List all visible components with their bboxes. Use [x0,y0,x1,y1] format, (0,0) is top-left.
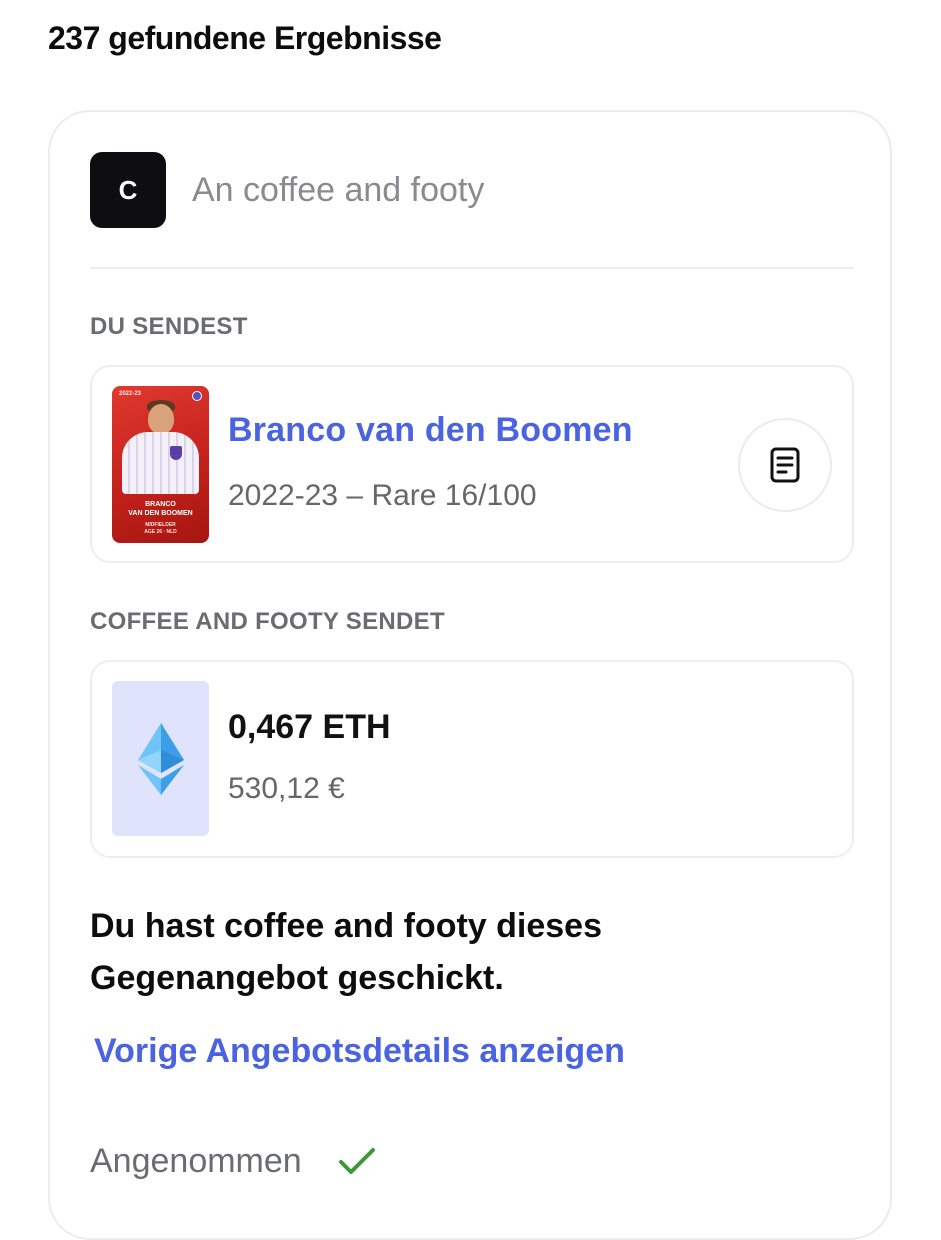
player-card-thumbnail[interactable]: 2022-23 BRANCO VAN DEN BOOMEN MIDFIELDER… [112,386,209,543]
you-send-label: DU SENDEST [90,313,248,340]
eth-item: 0,467 ETH 530,12 € [90,660,854,858]
player-shirt [122,432,199,494]
thumb-age-label: AGE 26 · NLD [144,529,177,535]
eth-thumbnail [112,681,209,836]
offer-card: C An coffee and footy DU SENDEST 2022-23… [48,110,892,1240]
document-icon [770,447,800,483]
club-badge-icon [192,391,202,401]
status-label: Angenommen [90,1142,302,1180]
thumb-name-line2: VAN DEN BOOMEN [128,510,193,517]
player-name-link[interactable]: Branco van den Boomen [228,411,633,450]
eth-amount: 0,467 ETH [228,708,391,746]
card-meta: 2022-23 – Rare 16/100 [228,479,537,512]
previous-offer-details-link[interactable]: Vorige Angebotsdetails anzeigen [94,1032,625,1071]
results-count: 237 gefundene Ergebnisse [48,20,442,56]
avatar: C [90,152,166,228]
ethereum-icon [137,722,184,795]
offer-message: Du hast coffee and footy dieses Gegenang… [90,907,602,997]
they-send-label: COFFEE AND FOOTY SENDET [90,608,445,635]
status-row: Angenommen [90,1142,376,1181]
check-icon [338,1147,376,1177]
player-card-item[interactable]: 2022-23 BRANCO VAN DEN BOOMEN MIDFIELDER… [90,365,854,563]
counterparty-name: An coffee and footy [192,170,485,209]
thumb-name-line1: BRANCO [145,501,176,508]
club-crest-icon [170,446,182,460]
divider [90,267,854,269]
thumb-season: 2022-23 [119,391,142,397]
thumb-player-name: BRANCO VAN DEN BOOMEN [112,500,209,518]
thumb-position-label: MIDFIELDER [145,522,176,528]
thumb-position: MIDFIELDER AGE 26 · NLD [112,522,209,536]
player-head [148,404,174,434]
eth-fiat-value: 530,12 € [228,772,345,805]
card-details-button[interactable] [738,418,832,512]
counterparty-header[interactable]: C An coffee and footy [90,152,484,228]
